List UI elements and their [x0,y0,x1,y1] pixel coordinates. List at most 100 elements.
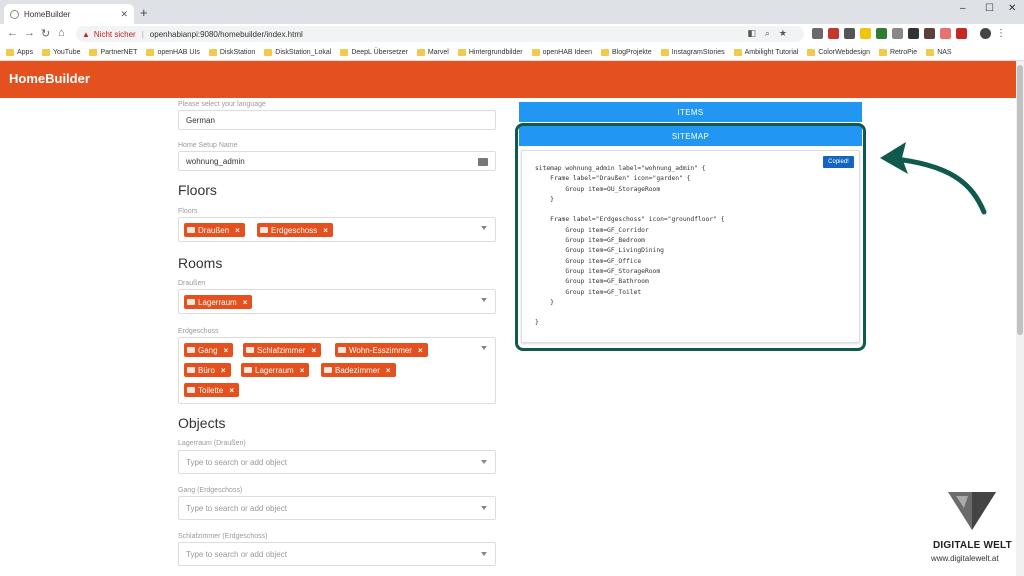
bookmark-item[interactable]: Apps [6,48,33,56]
room-chip[interactable]: Badezimmer × [321,363,396,377]
bookmark-item[interactable]: BlogProjekte [601,48,652,56]
bookmark-item[interactable]: DiskStation [208,48,255,56]
floors-multiselect[interactable]: Draußen × Erdgeschoss × [178,217,496,242]
home-icon[interactable]: ⌂ [58,27,65,39]
objects-select[interactable]: Type to search or add object [178,450,496,474]
chip-label: Gang [198,345,218,355]
objects-label: Gang (Erdgeschoss) [178,487,243,494]
remove-chip-icon[interactable]: × [243,298,248,307]
extension-icon[interactable] [956,28,967,39]
extension-icon[interactable] [892,28,903,39]
extension-icon[interactable] [940,28,951,39]
objects-select[interactable]: Type to search or add object [178,542,496,566]
rooms-ground-multiselect[interactable]: Gang × Schlafzimmer × Wohn-Esszimmer × B… [178,337,496,404]
app-header: HomeBuilder [0,61,1016,98]
remove-chip-icon[interactable]: × [418,346,423,355]
chevron-down-icon[interactable] [481,298,487,302]
chevron-down-icon[interactable] [481,460,487,464]
bookmark-item[interactable]: InstagramStories [660,48,725,56]
objects-select[interactable]: Type to search or add object [178,496,496,520]
bookmark-item[interactable]: RetroPie [878,48,917,56]
floors-heading: Floors [178,182,217,198]
room-chip[interactable]: Toilette × [184,383,240,397]
items-button[interactable]: ITEMS [519,102,862,122]
extension-icon[interactable] [908,28,919,39]
close-icon[interactable]: ✕ [120,9,128,20]
forward-icon[interactable]: → [24,27,35,39]
remove-chip-icon[interactable]: × [386,366,391,375]
setup-name-input[interactable]: wohnung_admin [178,151,496,171]
menu-kebab-icon[interactable]: ⋮ [996,28,1006,39]
floor-chip-erdgeschoss[interactable]: Erdgeschoss × [257,223,333,237]
page-scrollbar[interactable] [1016,61,1024,576]
bookmark-item[interactable]: NAS [926,48,952,56]
tree-icon [187,227,195,233]
objects-label: Lagerraum (Draußen) [178,440,246,447]
room-chip[interactable]: Gang × [184,343,234,357]
bookmark-item[interactable]: Marvel [416,48,449,56]
setup-name-value: wohnung_admin [186,156,245,166]
rooms-ground-label: Erdgeschoss [178,328,219,335]
url-field[interactable]: ▲ Nicht sicher | openhabianpi:9080/homeb… [76,26,804,42]
bookmark-item[interactable]: DeepL Übersetzer [340,48,408,56]
folder-icon [146,48,155,56]
remove-chip-icon[interactable]: × [229,386,234,395]
scrollbar-thumb[interactable] [1017,65,1023,335]
corridor-icon [187,347,195,353]
remove-chip-icon[interactable]: × [311,346,316,355]
back-icon[interactable]: ← [7,27,18,39]
bookmark-label: openHAB Ideen [542,48,593,56]
bookmark-item[interactable]: ColorWebdesign [807,48,870,56]
chip-label: Lagerraum [198,297,237,307]
minimize-icon[interactable]: – [960,3,966,14]
bookmark-item[interactable]: YouTube [41,48,80,56]
app-title: HomeBuilder [9,71,90,86]
extensions-area: ⋮ [812,28,1006,39]
profile-avatar[interactable] [980,28,991,39]
bookmark-item[interactable]: DiskStation_Lokal [264,48,331,56]
room-chip[interactable]: Schlafzimmer × [243,343,322,357]
bookmark-item[interactable]: openHAB UIs [146,48,200,56]
remove-chip-icon[interactable]: × [323,226,328,235]
folder-icon [531,48,540,56]
remove-chip-icon[interactable]: × [224,346,229,355]
extension-icon[interactable] [860,28,871,39]
maximize-icon[interactable]: ☐ [985,3,994,14]
room-chip[interactable]: Lagerraum × [184,295,253,309]
remove-chip-icon[interactable]: × [235,226,240,235]
extension-icon[interactable] [828,28,839,39]
bookmark-label: openHAB UIs [157,48,200,56]
bookmark-item[interactable]: Hintergrundbilder [457,48,523,56]
objects-placeholder: Type to search or add object [186,457,287,467]
extension-icon[interactable] [924,28,935,39]
reload-icon[interactable]: ↻ [41,27,50,40]
chevron-down-icon[interactable] [481,552,487,556]
extension-icon[interactable] [876,28,887,39]
rooms-outdoor-multiselect[interactable]: Lagerraum × [178,289,496,314]
browser-tab[interactable]: HomeBuilder ✕ [4,4,134,24]
new-tab-button[interactable]: + [140,5,148,20]
bookmark-item[interactable]: openHAB Ideen [531,48,593,56]
url-text: openhabianpi:9080/homebuilder/index.html [149,29,303,39]
storage-icon [244,367,252,373]
extension-icon[interactable] [844,28,855,39]
language-select[interactable]: German [178,110,496,130]
chevron-down-icon[interactable] [481,346,487,350]
chevron-down-icon[interactable] [481,506,487,510]
bookmark-item[interactable]: Ambilight Tutorial [733,48,798,56]
omnibox-icons[interactable]: ◧⌕★ [747,28,796,39]
tab-title: HomeBuilder [24,9,71,19]
bookmark-label: Apps [17,48,33,56]
chevron-down-icon[interactable] [481,226,487,230]
extension-icon[interactable] [812,28,823,39]
floor-chip-draussen[interactable]: Draußen × [184,223,245,237]
room-chip[interactable]: Wohn-Esszimmer × [335,343,428,357]
folder-icon [208,48,217,56]
room-chip[interactable]: Lagerraum × [241,363,310,377]
remove-chip-icon[interactable]: × [221,366,226,375]
room-chip[interactable]: Büro × [184,363,231,377]
bookmark-item[interactable]: PartnerNET [89,48,137,56]
folder-icon [807,48,816,56]
close-window-icon[interactable]: ✕ [1008,3,1016,14]
remove-chip-icon[interactable]: × [300,366,305,375]
